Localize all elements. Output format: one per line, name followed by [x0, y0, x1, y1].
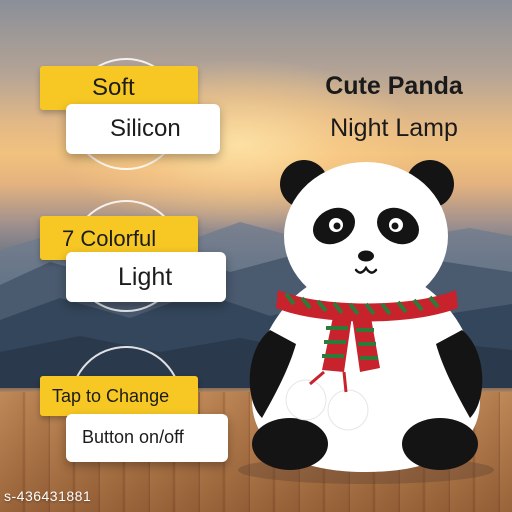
panda-lamp-illustration: [238, 160, 494, 484]
product-banner: Soft Silicon 7 Colorful Light Tap to Cha…: [0, 0, 512, 512]
stock-watermark: s-436431881: [4, 488, 92, 504]
